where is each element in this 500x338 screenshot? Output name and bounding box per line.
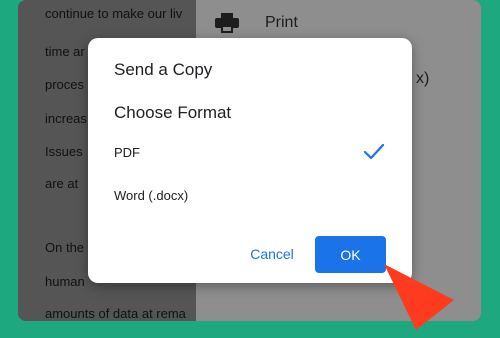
format-option-pdf[interactable]: PDF — [88, 137, 412, 169]
send-a-copy-dialog: Send a Copy Choose Format PDF Word (.doc… — [88, 38, 412, 283]
dialog-subtitle: Choose Format — [114, 103, 232, 122]
format-option-label: PDF — [114, 145, 140, 160]
document-line: proces — [45, 77, 85, 92]
menu-item-print[interactable]: Print — [265, 14, 298, 32]
cancel-button[interactable]: Cancel — [239, 240, 305, 268]
checkmark-icon — [363, 143, 385, 160]
document-line: increas — [45, 111, 87, 126]
document-line: human — [45, 274, 85, 289]
dialog-title: Send a Copy — [114, 60, 213, 79]
format-option-word[interactable]: Word (.docx) — [88, 180, 412, 212]
print-icon[interactable] — [215, 13, 239, 33]
document-line: continue to make our liv — [45, 6, 183, 21]
document-line: time ar — [45, 44, 85, 59]
document-line: On the — [45, 240, 85, 255]
document-line: are at — [45, 176, 79, 191]
ok-button[interactable]: OK — [315, 236, 386, 273]
annotation-arrow-icon — [384, 264, 454, 330]
document-line: amounts of data at rema — [45, 306, 186, 321]
menu-item-partial-text: x) — [416, 70, 430, 87]
format-option-label: Word (.docx) — [114, 188, 189, 203]
document-line: Issues — [45, 144, 83, 159]
